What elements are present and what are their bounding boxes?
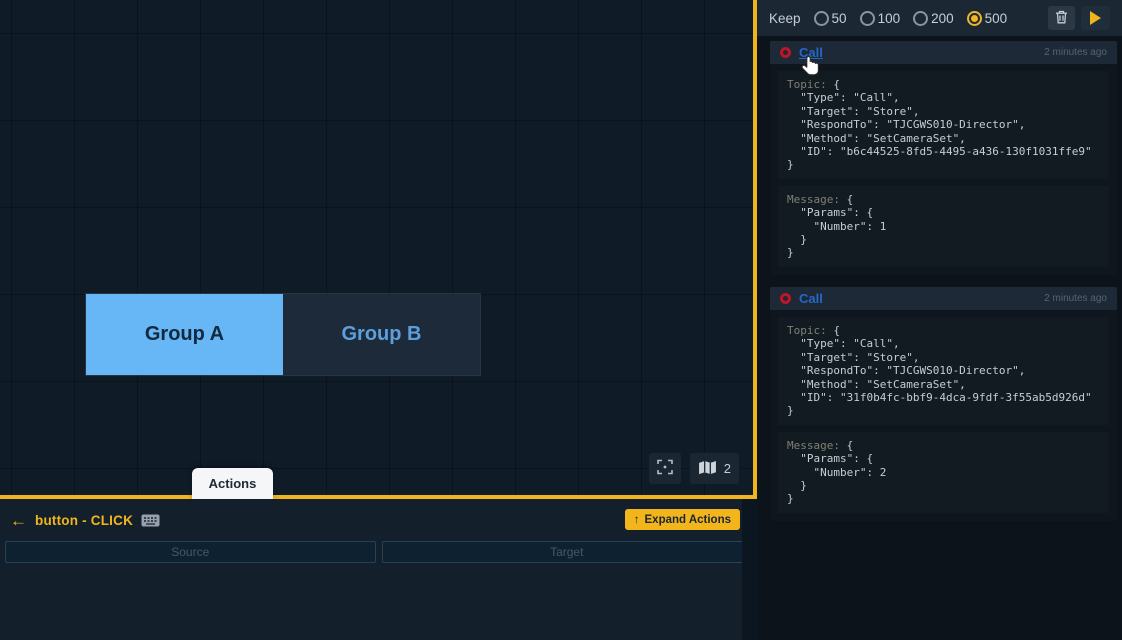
actions-tab-label: Actions xyxy=(209,476,257,491)
timestamp: 2 minutes ago xyxy=(1044,47,1107,58)
action-title: button - CLICK xyxy=(35,513,133,528)
record-icon xyxy=(780,293,791,304)
actions-tab[interactable]: Actions xyxy=(192,468,273,499)
message-card: Call 2 minutes ago Topic: { "Type": "Cal… xyxy=(770,287,1117,521)
group-a-button[interactable]: Group A xyxy=(86,294,283,375)
group-b-label: Group B xyxy=(342,323,422,346)
action-detail-panel: ← button - CLICK ↑ Expand Actions xyxy=(0,499,757,640)
back-arrow-icon[interactable]: ← xyxy=(10,512,27,529)
keep-option-100[interactable]: 100 xyxy=(860,11,901,26)
app-window: Group A Group B xyxy=(0,0,1122,640)
fit-to-screen-icon xyxy=(657,459,673,478)
source-target-row xyxy=(0,541,757,563)
keep-option-200[interactable]: 200 xyxy=(913,11,954,26)
message-code-block: Message: { "Params": { "Number": 2 } } xyxy=(778,432,1109,513)
keyboard-icon[interactable] xyxy=(141,514,160,527)
expand-actions-label: Expand Actions xyxy=(645,514,731,526)
group-a-label: Group A xyxy=(145,323,224,346)
keep-option-500[interactable]: 500 xyxy=(967,11,1008,26)
keep-toolbar: Keep 50 100 200 500 xyxy=(757,0,1122,36)
timestamp: 2 minutes ago xyxy=(1044,293,1107,304)
card-header: Call 2 minutes ago xyxy=(770,287,1117,310)
stage-canvas[interactable]: Group A Group B xyxy=(0,0,757,499)
radio-icon xyxy=(913,11,928,26)
play-button[interactable] xyxy=(1081,6,1110,30)
target-input[interactable] xyxy=(382,541,753,563)
message-card: Call 2 minutes ago Topic: { "Type": "Cal… xyxy=(770,41,1117,275)
expand-actions-button[interactable]: ↑ Expand Actions xyxy=(625,509,740,530)
card-header: Call 2 minutes ago xyxy=(770,41,1117,64)
map-icon xyxy=(698,460,717,478)
call-link[interactable]: Call xyxy=(799,45,823,60)
radio-selected-icon xyxy=(967,11,982,26)
topic-code-block: Topic: { "Type": "Call", "Target": "Stor… xyxy=(778,317,1109,425)
message-card-list: Call 2 minutes ago Topic: { "Type": "Cal… xyxy=(757,36,1122,521)
group-button-row: Group A Group B xyxy=(85,293,481,376)
keep-label: Keep xyxy=(769,11,801,26)
group-b-button[interactable]: Group B xyxy=(283,294,480,375)
call-link[interactable]: Call xyxy=(799,291,823,306)
topic-code-block: Topic: { "Type": "Call", "Target": "Stor… xyxy=(778,71,1109,179)
clear-messages-button[interactable] xyxy=(1048,6,1075,30)
messages-panel: Keep 50 100 200 500 xyxy=(757,0,1122,640)
action-detail-header: ← button - CLICK ↑ Expand Actions xyxy=(0,499,757,541)
minimap-count: 2 xyxy=(724,461,731,476)
expand-arrow-icon: ↑ xyxy=(634,514,640,526)
radio-icon xyxy=(860,11,875,26)
trash-icon xyxy=(1055,10,1068,27)
panel-gutter xyxy=(742,499,757,640)
fit-to-screen-button[interactable] xyxy=(649,453,681,484)
play-icon xyxy=(1090,11,1101,25)
canvas-controls: 2 xyxy=(649,453,739,484)
keep-option-50[interactable]: 50 xyxy=(814,11,847,26)
record-icon xyxy=(780,47,791,58)
source-input[interactable] xyxy=(5,541,376,563)
keep-actions xyxy=(1048,6,1110,30)
minimap-button[interactable]: 2 xyxy=(690,453,739,484)
radio-icon xyxy=(814,11,829,26)
message-code-block: Message: { "Params": { "Number": 1 } } xyxy=(778,186,1109,267)
